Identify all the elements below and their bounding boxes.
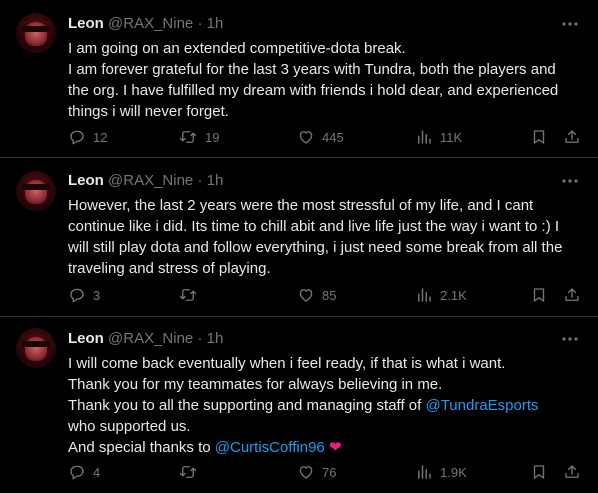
reply-count: 12 (93, 129, 108, 145)
separator-dot: · (197, 330, 203, 347)
tweet-line: Thank you for my teammates for always be… (68, 376, 443, 393)
tweet-line-text: And special thanks to (68, 439, 215, 456)
share-icon (565, 288, 579, 301)
repost-icon (179, 131, 197, 143)
author-name[interactable]: Leon (68, 330, 104, 347)
action-bar: 12 19 445 11K (68, 127, 588, 147)
like-icon (299, 289, 313, 302)
heart-emoji: ❤ (328, 439, 342, 456)
author-name[interactable]: Leon (68, 15, 104, 32)
tweet-line: things i will never forget. (68, 103, 229, 120)
action-bar: 3 85 2.1K (68, 285, 588, 305)
share-button[interactable] (563, 127, 581, 147)
repost-icon (179, 289, 197, 301)
views-count: 2.1K (440, 287, 467, 303)
tweet-line: And special thanks to @CurtisCoffin96 ❤ (68, 437, 588, 458)
avatar[interactable] (16, 13, 56, 53)
repost-count: 19 (205, 129, 220, 145)
reply-count: 3 (93, 287, 101, 303)
like-count: 445 (322, 129, 344, 145)
views-button[interactable]: 1.9K (415, 462, 467, 482)
tweet-text: I will come back eventually when i feel … (68, 353, 588, 458)
repost-button[interactable] (178, 285, 205, 305)
tweet-line: Thank you to all the supporting and mana… (68, 395, 588, 416)
bookmark-button[interactable] (530, 462, 548, 482)
reply-button[interactable]: 12 (68, 127, 107, 147)
tweet-header: Leon @RAX_Nine · 1h (68, 14, 223, 34)
more-icon[interactable] (560, 16, 580, 32)
author-handle[interactable]: @RAX_Nine (108, 330, 193, 347)
share-icon (565, 130, 579, 143)
tweet-header: Leon @RAX_Nine · 1h (68, 171, 223, 191)
tweet-line: traveling and stress of playing. (68, 260, 271, 277)
tweet-line: who supported us. (68, 418, 191, 435)
tweet-line: the org. I have fulfilled my dream with … (68, 82, 559, 99)
bookmark-button[interactable] (530, 285, 548, 305)
like-icon (299, 131, 313, 144)
like-button[interactable]: 85 (297, 285, 336, 305)
tweet-line: I will come back eventually when i feel … (68, 355, 506, 372)
tweet[interactable]: Leon @RAX_Nine · 1h I am going on an ext… (0, 12, 598, 164)
timestamp[interactable]: 1h (207, 172, 224, 189)
tweet-header: Leon @RAX_Nine · 1h (68, 329, 223, 349)
tweet-line: However, the last 2 years were the most … (68, 197, 534, 214)
reply-icon (70, 465, 84, 480)
views-button[interactable]: 2.1K (415, 285, 467, 305)
repost-icon (179, 466, 197, 478)
bookmark-icon (533, 130, 545, 144)
like-icon (299, 466, 313, 479)
like-count: 76 (322, 464, 337, 480)
timestamp[interactable]: 1h (207, 15, 224, 32)
mention-link[interactable]: @CurtisCoffin96 (215, 439, 325, 456)
tweet-text: However, the last 2 years were the most … (68, 195, 588, 279)
reply-count: 4 (93, 464, 101, 480)
share-button[interactable] (563, 285, 581, 305)
action-bar: 4 76 1.9K (68, 462, 588, 482)
tweet-line: I am going on an extended competitive-do… (68, 40, 406, 57)
reply-button[interactable]: 4 (68, 462, 100, 482)
reply-icon (70, 130, 84, 145)
divider (0, 157, 598, 158)
author-name[interactable]: Leon (68, 172, 104, 189)
views-icon (418, 465, 431, 479)
views-icon (418, 288, 431, 302)
tweet[interactable]: Leon @RAX_Nine · 1h I will come back eve… (0, 327, 598, 493)
bookmark-icon (533, 288, 545, 302)
tweet-text: I am going on an extended competitive-do… (68, 38, 588, 122)
more-icon[interactable] (560, 173, 580, 189)
tweet-line: I am forever grateful for the last 3 yea… (68, 61, 556, 78)
tweet-line-text: Thank you to all the supporting and mana… (68, 397, 426, 414)
repost-button[interactable]: 19 (178, 127, 219, 147)
separator-dot: · (197, 172, 203, 189)
tweet-line: will still play dota and follow everythi… (68, 239, 563, 256)
bookmark-icon (533, 465, 545, 479)
reply-icon (70, 288, 84, 303)
avatar[interactable] (16, 171, 56, 211)
like-count: 85 (322, 287, 337, 303)
views-count: 1.9K (440, 464, 467, 480)
share-button[interactable] (563, 462, 581, 482)
like-button[interactable]: 76 (297, 462, 336, 482)
tweet-line: continue like i did. Its time to chill a… (68, 218, 560, 235)
divider (0, 316, 598, 317)
more-icon[interactable] (560, 331, 580, 347)
timestamp[interactable]: 1h (207, 330, 224, 347)
share-icon (565, 465, 579, 478)
reply-button[interactable]: 3 (68, 285, 100, 305)
tweet[interactable]: Leon @RAX_Nine · 1h However, the last 2 … (0, 169, 598, 321)
author-handle[interactable]: @RAX_Nine (108, 15, 193, 32)
repost-button[interactable] (178, 462, 205, 482)
bookmark-button[interactable] (530, 127, 548, 147)
mention-link[interactable]: @TundraEsports (425, 397, 538, 414)
views-icon (418, 130, 431, 144)
views-button[interactable]: 11K (415, 127, 462, 147)
author-handle[interactable]: @RAX_Nine (108, 172, 193, 189)
views-count: 11K (440, 129, 463, 145)
avatar[interactable] (16, 328, 56, 368)
like-button[interactable]: 445 (297, 127, 344, 147)
separator-dot: · (197, 15, 203, 32)
